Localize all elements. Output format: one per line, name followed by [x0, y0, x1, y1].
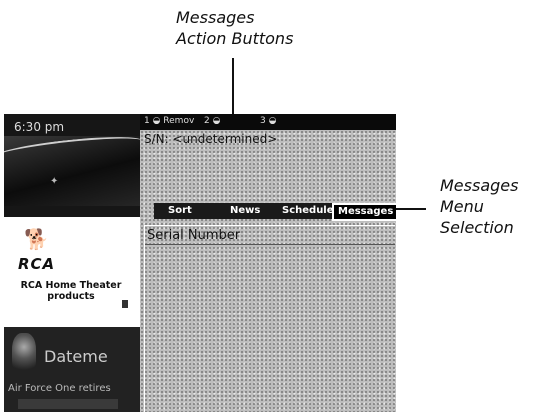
action-buttons-bar: 1 ◒ Remov 2 ◒ 3 ◒ — [140, 114, 396, 130]
callout-line: Messages — [440, 176, 519, 195]
menu-item-schedule[interactable]: Schedule — [282, 205, 334, 216]
ad-line: RCA Home Theater — [20, 280, 122, 291]
action-button-1[interactable]: 1 ◒ Remov — [144, 116, 194, 126]
action-button-3[interactable]: 3 ◒ — [260, 116, 276, 126]
callout-messages-action-buttons: Messages Action Buttons — [176, 7, 346, 49]
news-panel[interactable]: Dateme Air Force One retires — [4, 327, 140, 412]
news-footer-bar — [18, 399, 118, 409]
ad-line: products — [47, 291, 95, 302]
menu-item-messages-selected[interactable]: Messages — [332, 203, 396, 221]
callout-line: Action Buttons — [176, 29, 294, 48]
rca-ad-panel[interactable]: 🐕 RCA RCA Home Theater products — [4, 217, 140, 327]
news-title: Dateme — [44, 347, 108, 366]
promo-banner[interactable]: ✦ — [4, 136, 140, 206]
clock: 6:30 pm — [14, 120, 65, 134]
sidebar: 6:30 pm ✦ 🐕 RCA RCA Home Theater product… — [4, 114, 140, 412]
news-caption: Air Force One retires — [8, 383, 111, 394]
callout-line: Messages — [176, 8, 255, 27]
callout-line: Menu — [440, 197, 484, 216]
rca-logo: RCA — [18, 255, 56, 273]
news-photo — [12, 333, 36, 373]
promo-star-icon: ✦ — [50, 176, 59, 187]
header-divider — [145, 244, 395, 245]
column-header-serial-number: Serial Number — [147, 228, 241, 243]
tv-screen: 6:30 pm ✦ 🐕 RCA RCA Home Theater product… — [4, 114, 396, 412]
callout-messages-menu-selection: Messages Menu Selection — [440, 175, 543, 238]
messages-list: Serial Number — [144, 225, 395, 412]
callout-line: Selection — [440, 218, 514, 237]
menu-item-sort[interactable]: Sort — [168, 205, 192, 216]
leader-line-menu — [394, 208, 426, 210]
serial-number-header: S/N: <undetermined> — [144, 132, 278, 146]
ad-text: RCA Home Theater products — [10, 280, 132, 302]
ad-marker-icon — [122, 300, 128, 308]
action-button-2[interactable]: 2 ◒ — [204, 116, 220, 126]
messages-main-panel: S/N: <undetermined> Sort News Schedule M… — [140, 130, 396, 412]
leader-line-actions — [232, 58, 234, 116]
menu-item-news[interactable]: News — [230, 205, 260, 216]
nipper-dog-logo-icon: 🐕 — [24, 227, 49, 251]
menu-bar: Sort News Schedule Messages — [154, 203, 396, 221]
